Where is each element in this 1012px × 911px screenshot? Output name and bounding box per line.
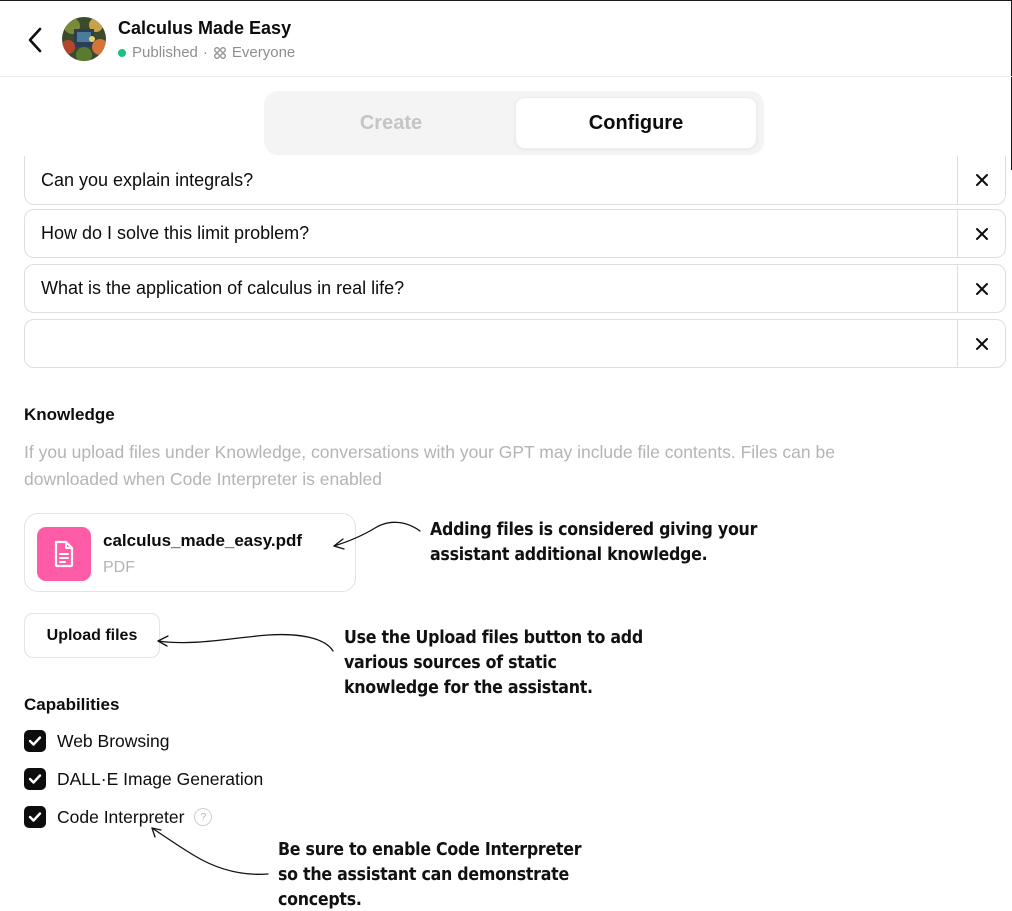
arrow-file-annotation	[333, 521, 421, 547]
annotation-upload-button: Use the Upload files button to add vario…	[344, 625, 643, 700]
annotation-line: so the assistant can demonstrate	[278, 864, 569, 885]
annotation-file-knowledge: Adding files is considered giving your a…	[430, 517, 757, 567]
annotation-line: Use the Upload files button to add	[344, 627, 643, 648]
annotation-line: various sources of static	[344, 652, 557, 673]
annotation-line: knowledge for the assistant.	[344, 677, 593, 698]
annotation-line: concepts.	[278, 889, 362, 910]
annotation-line: assistant additional knowledge.	[430, 544, 708, 565]
annotation-code-interpreter: Be sure to enable Code Interpreter so th…	[278, 837, 582, 911]
annotation-line: Be sure to enable Code Interpreter	[278, 839, 582, 860]
annotation-arrows	[151, 521, 421, 875]
annotation-line: Adding files is considered giving your	[430, 519, 758, 540]
arrow-upload-annotation	[157, 633, 334, 652]
arrow-code-annotation	[151, 827, 269, 875]
